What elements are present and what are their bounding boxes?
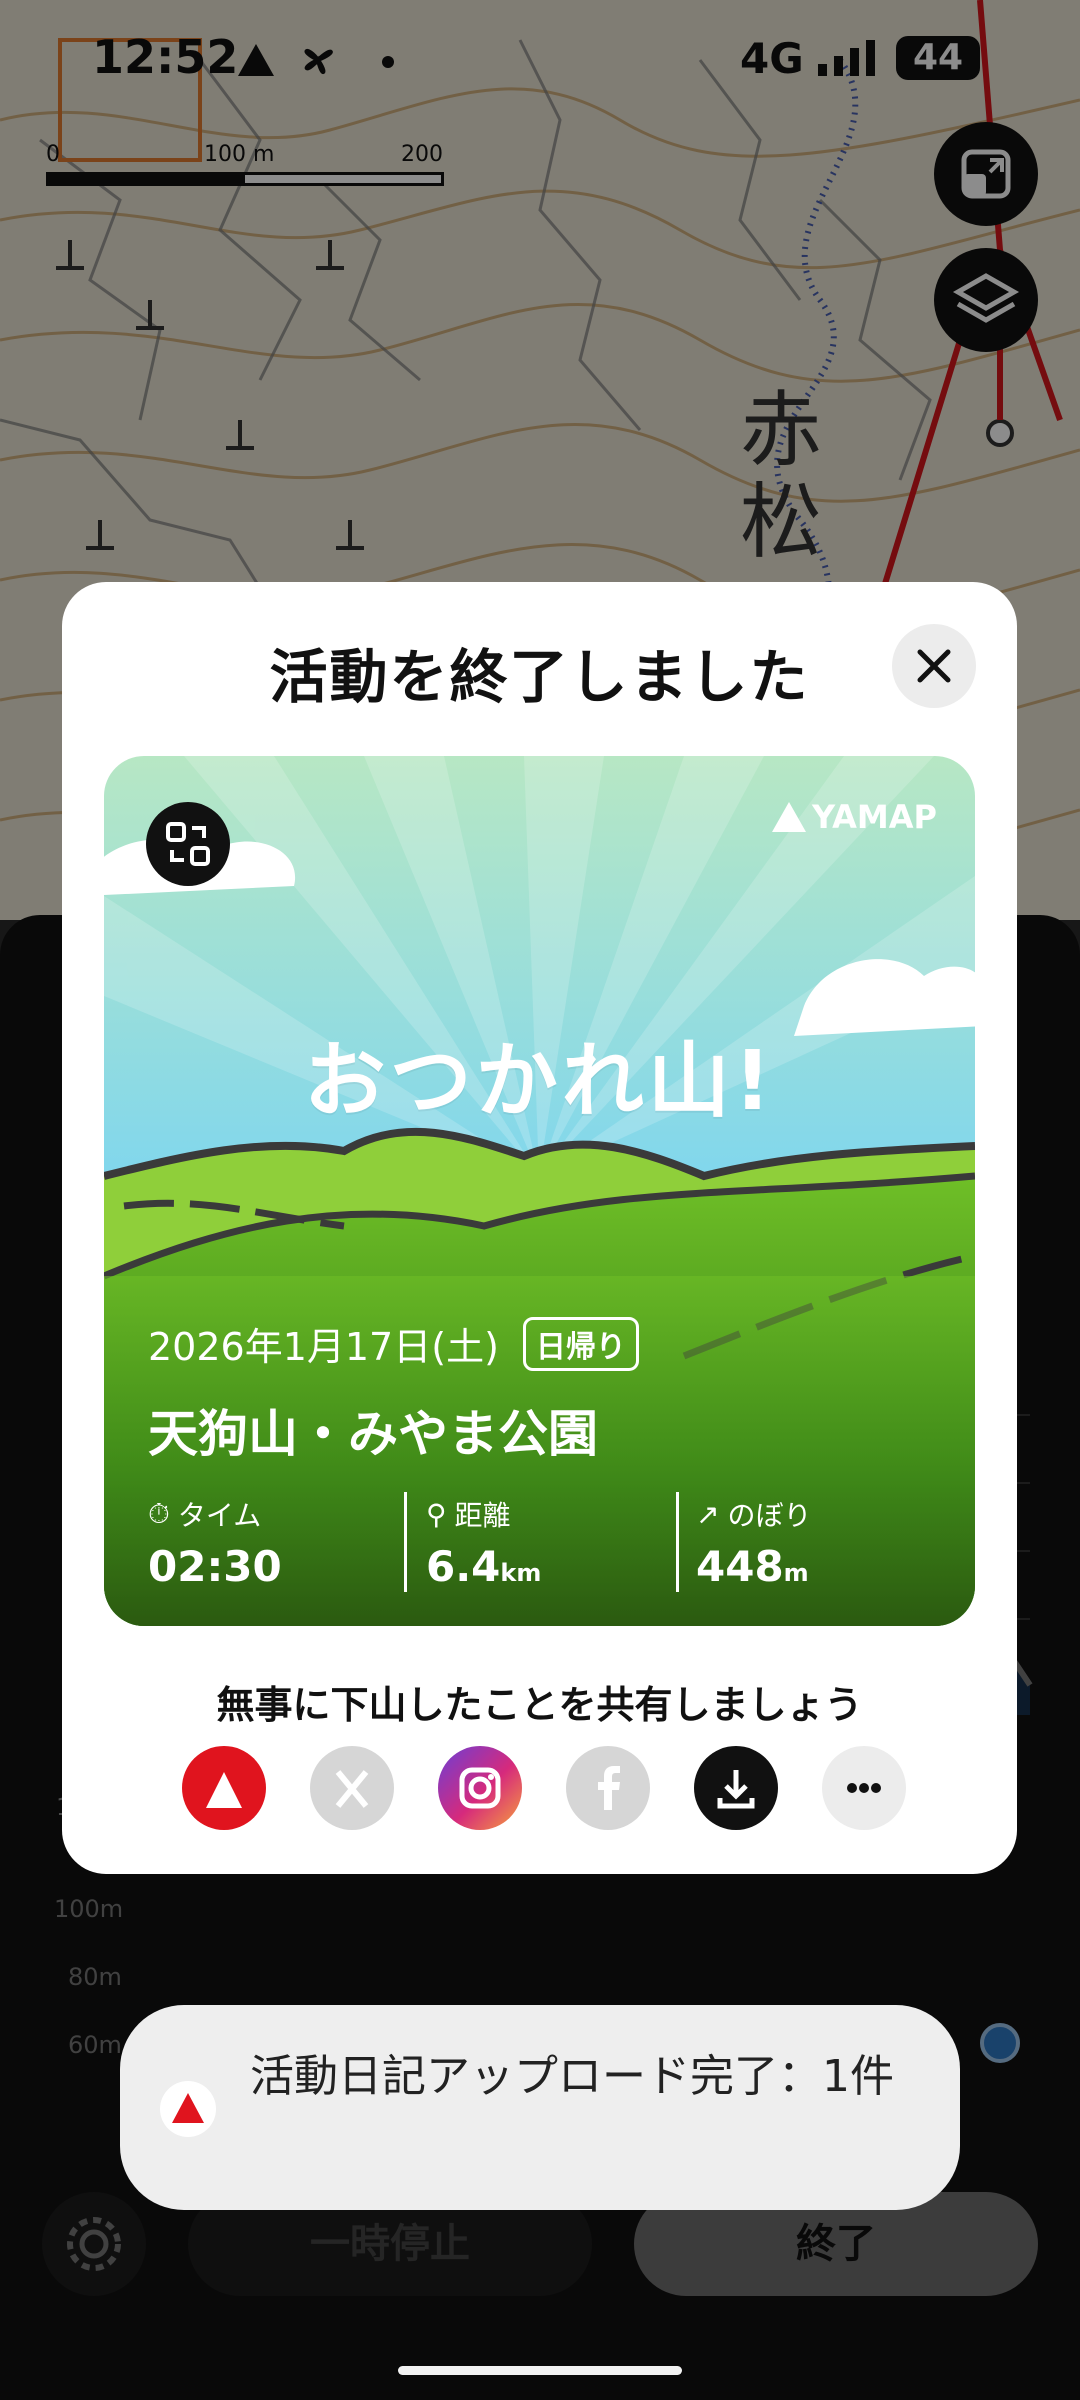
trip-type-badge: 日帰り — [522, 1316, 639, 1371]
facebook-share-icon — [598, 1766, 620, 1810]
stat-divider — [676, 1492, 679, 1592]
close-button[interactable] — [892, 624, 976, 708]
more-share-button[interactable] — [822, 1746, 906, 1830]
close-icon — [917, 649, 951, 683]
share-instagram-button[interactable] — [438, 1746, 522, 1830]
stat-distance-unit: km — [500, 1559, 542, 1587]
yamap-mountain-icon — [772, 802, 806, 832]
activity-location: 天狗山・みやま公園 — [148, 1405, 598, 1463]
download-icon — [717, 1770, 755, 1809]
card-date-row: 2026年1月17日(土) 日帰り — [148, 1316, 639, 1371]
share-button-row — [182, 1746, 906, 1830]
activity-date: 2026年1月17日(土) — [148, 1325, 499, 1369]
stat-ascent: ↗ のぼり 448m — [696, 1494, 946, 1592]
summary-card[interactable]: YAMAP おつかれ山! 2026年1月17日(土) 日帰り 天狗山・みやま公園… — [104, 756, 975, 1626]
yamap-app-icon — [160, 2081, 216, 2137]
stopwatch-icon: ⏱ — [148, 1497, 170, 1530]
share-x-button[interactable] — [310, 1746, 394, 1830]
card-switch-button[interactable] — [146, 802, 230, 886]
stat-ascent-value: 448 — [696, 1542, 784, 1591]
share-facebook-button[interactable] — [566, 1746, 650, 1830]
stat-distance: ⚲ 距離 6.4km — [426, 1494, 676, 1592]
dialog-title: 活動を終了しました — [269, 643, 810, 711]
stat-time-value: 02:30 — [148, 1542, 282, 1591]
stat-distance-label: 距離 — [454, 1499, 511, 1532]
card-headline: おつかれ山! — [303, 1034, 776, 1129]
activity-finished-dialog: 活動を終了しました YAMAP おつかれ山! 2026年1月17日(土) 日帰り… — [62, 582, 1017, 1874]
more-icon — [847, 1783, 881, 1793]
share-prompt: 無事に下山したことを共有しましょう — [216, 1683, 863, 1727]
upload-complete-toast: 活動日記アップロード完了：1件 — [120, 2005, 960, 2210]
instagram-share-icon — [459, 1767, 501, 1809]
stat-time-label: タイム — [177, 1499, 262, 1532]
swap-icon — [166, 822, 210, 866]
route-pin-icon: ⚲ — [426, 1497, 447, 1531]
stat-time: ⏱ タイム 02:30 — [148, 1494, 398, 1591]
stat-ascent-unit: m — [783, 1559, 809, 1587]
yamap-share-icon — [206, 1772, 242, 1808]
toast-message: 活動日記アップロード完了：1件 — [250, 2051, 894, 2102]
share-yamap-button[interactable] — [182, 1746, 266, 1830]
stat-distance-value: 6.4 — [426, 1542, 501, 1591]
download-button[interactable] — [694, 1746, 778, 1830]
ascent-icon: ↗ — [696, 1497, 720, 1531]
yamap-wordmark: YAMAP — [812, 798, 937, 836]
stat-divider — [404, 1492, 407, 1592]
stat-ascent-label: のぼり — [727, 1499, 812, 1532]
home-indicator[interactable] — [398, 2366, 682, 2375]
x-share-icon — [335, 1770, 369, 1808]
yamap-logo: YAMAP — [772, 798, 937, 836]
